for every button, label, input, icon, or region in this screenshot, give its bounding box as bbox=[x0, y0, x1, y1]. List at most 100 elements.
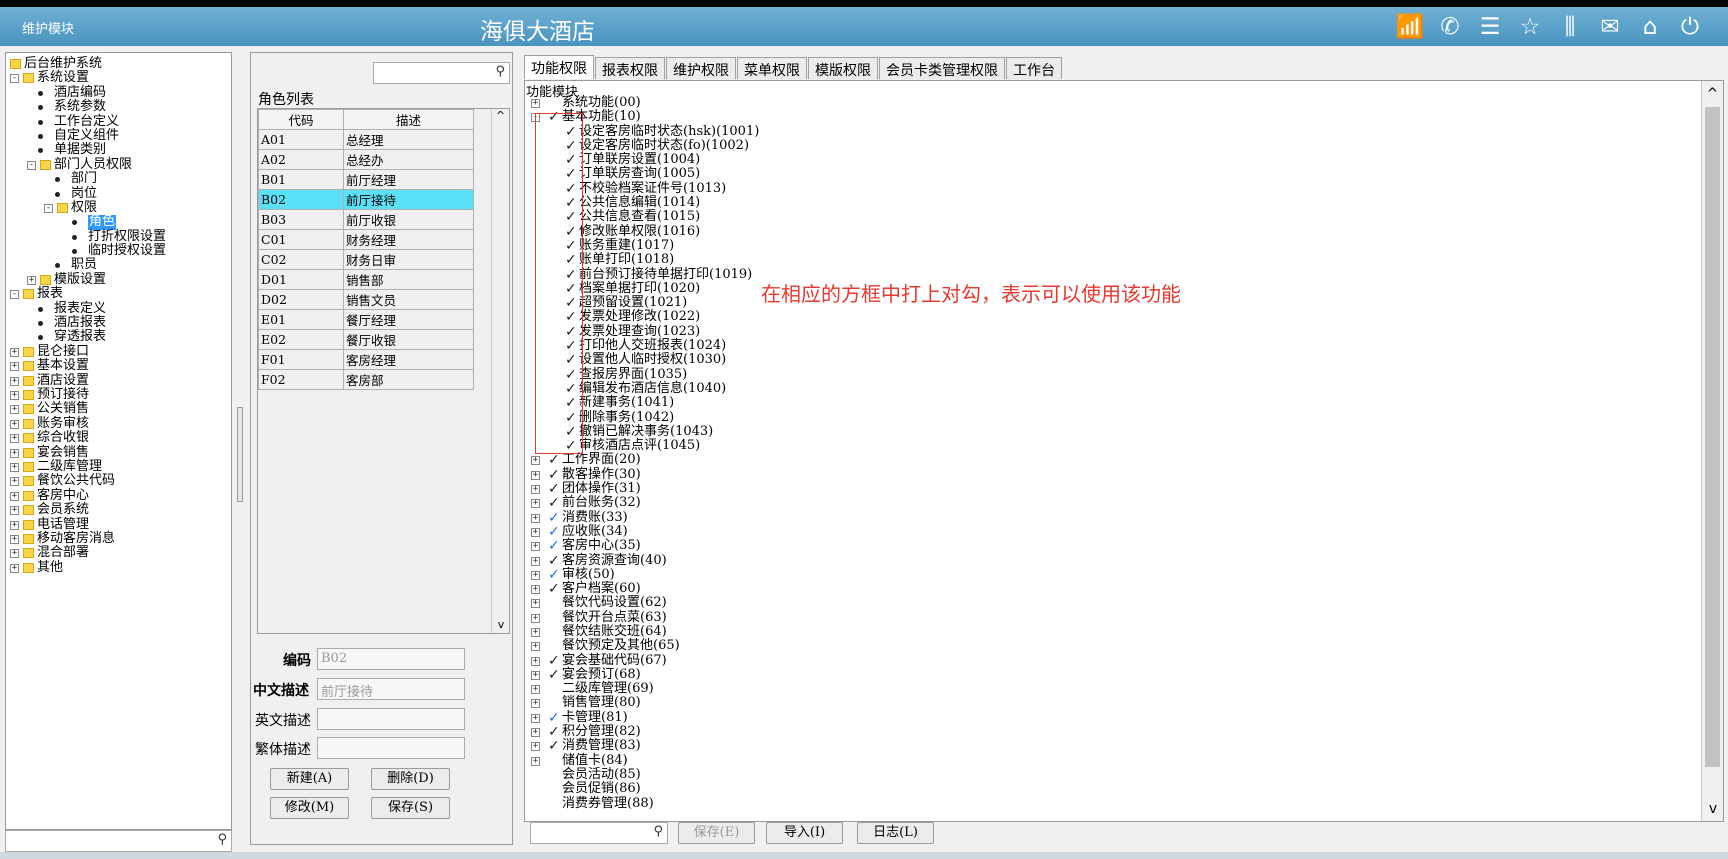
function-item[interactable]: + ✓ 审核(50) bbox=[529, 567, 1229, 582]
import-button[interactable]: 导入(I) bbox=[766, 822, 843, 844]
checkmark-icon[interactable]: ✓ bbox=[548, 711, 560, 725]
role-row[interactable]: A01 总经理 bbox=[258, 129, 474, 150]
expand-icon[interactable]: + bbox=[531, 685, 540, 695]
function-item[interactable]: ✓ 发票处理查询(1023) bbox=[529, 324, 1229, 339]
tree-node[interactable]: 酒店报表 bbox=[10, 315, 228, 330]
home-icon[interactable]: ⌂ bbox=[1634, 13, 1666, 41]
function-item[interactable]: ✓ 账单打印(1018) bbox=[529, 252, 1229, 267]
cn-desc-field[interactable]: 前厅接待 bbox=[317, 678, 465, 700]
tree-node[interactable]: + 宴会销售 bbox=[10, 445, 228, 460]
expand-icon[interactable]: + bbox=[531, 456, 540, 466]
function-item[interactable]: + ✓ 前台账务(32) bbox=[529, 496, 1229, 510]
scroll-down-icon[interactable]: v bbox=[1702, 801, 1724, 817]
new-button[interactable]: 新建(A) bbox=[270, 768, 349, 790]
expand-icon[interactable]: + bbox=[531, 742, 540, 752]
expand-icon[interactable]: + bbox=[531, 485, 540, 495]
function-item[interactable]: ✓ 账务重建(1017) bbox=[529, 238, 1229, 253]
expand-icon[interactable]: + bbox=[531, 542, 540, 552]
tab-3[interactable]: 菜单权限 bbox=[737, 57, 807, 79]
function-item[interactable]: + ✓ 工作界面(20) bbox=[529, 453, 1229, 467]
function-item[interactable]: + ✓ 消费管理(83) bbox=[529, 739, 1229, 753]
role-list-scrollbar[interactable]: ^ v bbox=[491, 109, 509, 633]
tab-4[interactable]: 模版权限 bbox=[808, 57, 878, 79]
tree-node[interactable]: - 系统设置 bbox=[10, 70, 228, 85]
function-item[interactable]: ✓ 不校验档案证件号(1013) bbox=[529, 181, 1229, 196]
tree-node[interactable]: 穿透报表 bbox=[10, 330, 228, 344]
role-row[interactable]: F01 客房经理 bbox=[258, 349, 474, 370]
tree-node[interactable]: + 酒店设置 bbox=[10, 373, 228, 388]
splitter-grip[interactable] bbox=[237, 407, 243, 502]
tree-node[interactable]: 报表定义 bbox=[10, 301, 228, 316]
checkmark-icon[interactable]: ✓ bbox=[548, 539, 560, 553]
function-item[interactable]: + ✓ 积分管理(82) bbox=[529, 724, 1229, 739]
checkmark-icon[interactable]: ✓ bbox=[548, 511, 560, 525]
tree-node[interactable]: + 餐饮公共代码 bbox=[10, 473, 228, 488]
function-item[interactable]: + 系统功能(00) bbox=[529, 95, 1229, 110]
expand-icon[interactable]: + bbox=[10, 520, 19, 530]
expand-icon[interactable]: + bbox=[531, 99, 540, 108]
function-item[interactable]: 会员活动(85) bbox=[529, 767, 1229, 782]
expand-icon[interactable]: + bbox=[10, 491, 19, 501]
scroll-thumb[interactable] bbox=[1705, 107, 1720, 767]
expand-icon[interactable]: + bbox=[10, 549, 19, 559]
function-item[interactable]: ✓ 新建事务(1041) bbox=[529, 395, 1229, 410]
tab-6[interactable]: 工作台 bbox=[1006, 57, 1062, 79]
tree-node[interactable]: 后台维护系统 bbox=[10, 56, 228, 71]
collapse-icon[interactable]: - bbox=[27, 160, 36, 170]
expand-icon[interactable]: + bbox=[531, 656, 540, 666]
tree-node[interactable]: + 客房中心 bbox=[10, 488, 228, 503]
function-item[interactable]: + 餐饮代码设置(62) bbox=[529, 596, 1229, 610]
role-row[interactable]: E01 餐厅经理 bbox=[258, 309, 474, 330]
role-row[interactable]: B03 前厅收银 bbox=[258, 209, 474, 230]
function-item[interactable]: ✓ 设置他人临时授权(1030) bbox=[529, 353, 1229, 368]
star-icon[interactable]: ☆ bbox=[1514, 13, 1546, 41]
tree-node[interactable]: + 电话管理 bbox=[10, 517, 228, 532]
tree-node[interactable]: 自定义组件 bbox=[10, 128, 228, 143]
tree-node[interactable]: - 部门人员权限 bbox=[10, 157, 228, 172]
expand-icon[interactable]: + bbox=[531, 699, 540, 709]
function-item[interactable]: ✓ 撤销已解决事务(1043) bbox=[529, 424, 1229, 439]
search-icon[interactable]: ⚲ bbox=[217, 832, 227, 847]
expand-icon[interactable]: + bbox=[10, 462, 19, 472]
tree-node[interactable]: 职员 bbox=[10, 258, 228, 272]
tab-2[interactable]: 维护权限 bbox=[666, 57, 736, 79]
mail-icon[interactable]: ✉ bbox=[1594, 13, 1626, 41]
power-icon[interactable]: ⏻ bbox=[1674, 13, 1706, 41]
tree-node[interactable]: + 综合收银 bbox=[10, 430, 228, 445]
expand-icon[interactable]: + bbox=[531, 513, 540, 523]
expand-icon[interactable]: + bbox=[531, 556, 540, 566]
expand-icon[interactable]: + bbox=[10, 477, 19, 487]
signal-icon[interactable]: 📶 bbox=[1394, 13, 1426, 41]
expand-icon[interactable]: + bbox=[531, 527, 540, 537]
function-item[interactable]: + ✓ 卡管理(81) bbox=[529, 710, 1229, 725]
function-item[interactable]: + 餐饮预定及其他(65) bbox=[529, 638, 1229, 653]
function-item[interactable]: ✓ 查报房界面(1035) bbox=[529, 367, 1229, 382]
checkmark-icon[interactable]: ✓ bbox=[548, 668, 560, 682]
tw-desc-field[interactable] bbox=[317, 737, 465, 759]
expand-icon[interactable]: + bbox=[10, 563, 19, 573]
function-item[interactable]: ✓ 修改账单权限(1016) bbox=[529, 224, 1229, 239]
role-row[interactable]: C01 财务经理 bbox=[258, 229, 474, 250]
function-item[interactable]: ✓ 删除事务(1042) bbox=[529, 410, 1229, 425]
search-icon[interactable]: ⚲ bbox=[495, 64, 505, 79]
expand-icon[interactable]: + bbox=[10, 534, 19, 544]
collapse-icon[interactable]: - bbox=[44, 203, 53, 213]
checkmark-icon[interactable]: ✓ bbox=[548, 468, 560, 482]
tab-5[interactable]: 会员卡类管理权限 bbox=[879, 57, 1005, 79]
expand-icon[interactable]: + bbox=[531, 470, 540, 480]
expand-icon[interactable]: + bbox=[10, 376, 19, 386]
tree-node[interactable]: - 报表 bbox=[10, 286, 228, 301]
scroll-up-icon[interactable]: ^ bbox=[1702, 86, 1723, 102]
tree-search-input[interactable]: ⚲ bbox=[5, 830, 232, 852]
function-item[interactable]: 会员促销(86) bbox=[529, 781, 1229, 796]
tab-0[interactable]: 功能权限 bbox=[524, 55, 594, 79]
function-item[interactable]: + ✓ 散客操作(30) bbox=[529, 467, 1229, 482]
tree-node[interactable]: + 其他 bbox=[10, 560, 228, 575]
expand-icon[interactable]: + bbox=[531, 642, 540, 652]
tree-node[interactable]: 系统参数 bbox=[10, 99, 228, 114]
expand-icon[interactable]: + bbox=[531, 570, 540, 580]
role-row[interactable]: E02 餐厅收银 bbox=[258, 329, 474, 350]
checkmark-icon[interactable]: ✓ bbox=[548, 525, 560, 539]
checkmark-icon[interactable]: ✓ bbox=[548, 582, 560, 596]
function-item[interactable]: 消费券管理(88) bbox=[529, 796, 1229, 811]
